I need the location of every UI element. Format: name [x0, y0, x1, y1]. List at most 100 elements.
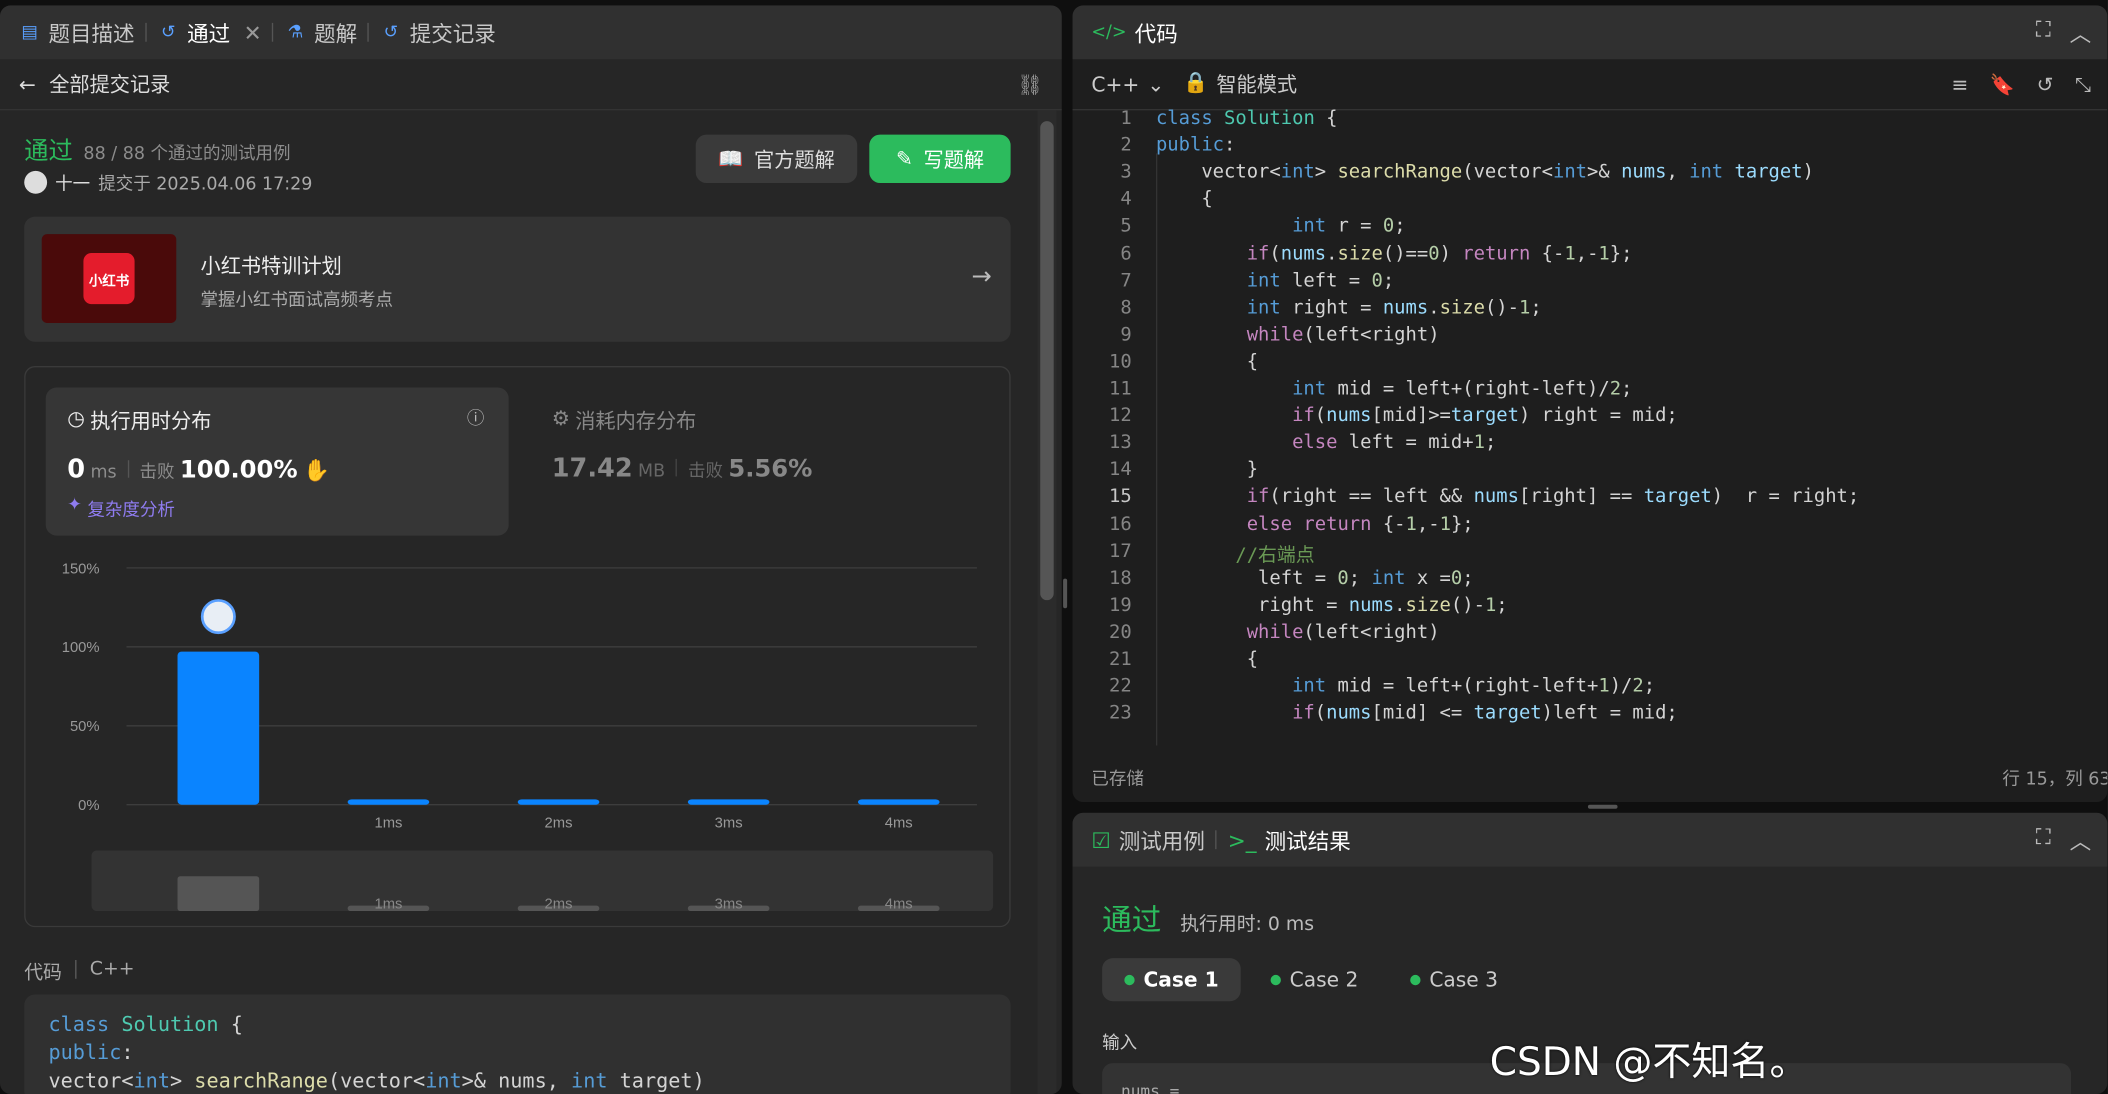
back-label: 全部提交记录: [49, 72, 171, 97]
user-name[interactable]: 十一: [55, 170, 90, 195]
cursor-position: 行 15，列 63: [2002, 769, 2108, 790]
code-icon: </>: [1091, 22, 1127, 43]
arrow-right-icon: →: [971, 262, 992, 291]
tab-label: 代码: [1134, 21, 1178, 48]
close-icon[interactable]: ✕: [244, 20, 262, 46]
line-number: 16: [1109, 513, 1132, 535]
tab-solutions[interactable]: ⚗ 题解: [285, 16, 357, 48]
watermark: CSDN @不知名。: [1489, 1038, 1809, 1085]
submission-header: ← 全部提交记录 ⛓: [0, 59, 1062, 111]
code-line: int r = 0;: [1292, 215, 1406, 238]
collapse-icon[interactable]: ⤡: [2075, 72, 2091, 96]
code-line: //右端点: [1155, 544, 1315, 566]
submitted-time: 提交于 2025.04.06 17:29: [98, 174, 313, 196]
test-panel: ☑ 测试用例 >_ 测试结果 ⛶ ︿ 通过 执行用时: 0 ms ● Case 1 ● C…: [1072, 812, 2108, 1094]
resize-handle[interactable]: [1587, 804, 1618, 809]
official-solution-button[interactable]: 📖 官方题解: [695, 134, 858, 184]
code-line: {: [1155, 648, 1259, 671]
left-tab-bar: ▤ 题目描述 ↺ 通过 ✕ ⚗ 题解 ↺ 提交记录: [0, 5, 1062, 60]
line-number: 23: [1109, 702, 1132, 725]
back-link[interactable]: ← 全部提交记录: [19, 70, 171, 98]
promo-banner[interactable]: 小红书 小红书特训计划 掌握小红书面试高频考点 →: [24, 216, 1011, 342]
smart-mode[interactable]: 🔒 智能模式: [1183, 70, 1297, 98]
line-number: 12: [1109, 405, 1132, 427]
line-number: 14: [1109, 459, 1132, 481]
write-solution-button[interactable]: ✎ 写题解: [869, 134, 1011, 184]
line-number: 13: [1109, 432, 1132, 454]
tab-label: 测试结果: [1264, 828, 1351, 855]
code-line: class Solution {: [1155, 107, 1338, 130]
code-preview-line: vector<int> searchRange(vector<int>& num…: [48, 1068, 705, 1093]
chevron-down-icon: ⌄: [1147, 71, 1165, 97]
code-editor[interactable]: 1 class Solution {2 public: 3 vector<int> s…: [1073, 108, 2108, 740]
maximize-icon[interactable]: ⛶: [2036, 16, 2051, 48]
chevron-up-icon[interactable]: ︿: [2070, 16, 2092, 48]
code-line: vector<int> searchRange(vector<int>& num…: [1155, 161, 1814, 184]
test-tab-bar: ☑ 测试用例 >_ 测试结果 ⛶ ︿: [1072, 812, 2108, 867]
tab-description[interactable]: ▤ 题目描述: [19, 16, 135, 48]
tab-testcases[interactable]: ☑ 测试用例: [1091, 824, 1205, 856]
bar: [177, 651, 260, 805]
tab-code[interactable]: </> 代码: [1091, 16, 1177, 48]
code-line: if(nums[mid]>=target) right = mid;: [1292, 405, 1678, 427]
minimap-label: 3ms: [715, 896, 743, 912]
bar: [347, 799, 430, 805]
link-icon[interactable]: ⛓: [1017, 72, 1043, 96]
minimap-bar: [177, 876, 260, 912]
cases-count: 88 / 88 个通过的测试用例: [83, 143, 291, 165]
y-tick-label: 150%: [62, 561, 100, 577]
maximize-icon[interactable]: ⛶: [2036, 824, 2051, 856]
result-row: 通过 执行用时: 0 ms: [1102, 896, 1314, 939]
mode-label: 智能模式: [1216, 72, 1298, 97]
tab-submissions[interactable]: ↺ 提交记录: [380, 16, 496, 48]
tab-accepted[interactable]: ↺ 通过 ✕: [157, 16, 262, 48]
x-tick-label: 3ms: [715, 816, 743, 832]
code-editor-panel: </> 代码 ⛶ ︿ C++ ⌄ 🔒 智能模式 ≡ 🔖 ↺ ⤡ 1 class Solution…: [1072, 5, 2108, 803]
avatar[interactable]: [24, 170, 48, 194]
scroll-thumb[interactable]: [1040, 121, 1054, 601]
code-line: int right = nums.size()-1;: [1246, 296, 1542, 319]
code-line: right = nums.size()-1;: [1155, 594, 1508, 617]
status-row: 通过 88 / 88 个通过的测试用例: [24, 132, 290, 167]
chevron-up-icon[interactable]: ︿: [2070, 824, 2092, 856]
banner-logo: 小红书: [41, 234, 177, 323]
saved-status: 已存储: [1091, 769, 1144, 790]
tab-test-results[interactable]: >_ 测试结果: [1228, 824, 1351, 856]
case-label: Case 2: [1289, 967, 1359, 992]
bookmark-icon[interactable]: 🔖: [1990, 72, 2015, 96]
bar: [857, 799, 940, 805]
runtime-chart[interactable]: 150% 100% 50% 0% 1ms 2ms 3ms 4ms 1ms 2ms 3ms 4ms: [26, 367, 1012, 928]
case-tab[interactable]: ● Case 2: [1248, 958, 1380, 1001]
code-preview-line: class Solution {: [48, 1011, 243, 1037]
y-tick-label: 100%: [62, 640, 100, 656]
line-number: 7: [1120, 269, 1132, 292]
editor-toolbar: C++ ⌄ 🔒 智能模式 ≡ 🔖 ↺ ⤡: [1072, 59, 2108, 111]
y-tick-label: 0%: [78, 798, 99, 814]
line-number: 8: [1120, 296, 1132, 319]
line-number: 18: [1109, 567, 1132, 589]
code-line: int mid = left+(right-left+1)/2;: [1292, 675, 1656, 698]
resize-handle-vertical[interactable]: [1063, 578, 1068, 609]
line-number: 9: [1120, 324, 1132, 346]
reset-icon[interactable]: ↺: [2037, 72, 2054, 96]
case-tab[interactable]: ● Case 1: [1102, 958, 1241, 1002]
tab-label: 通过: [187, 21, 231, 48]
code-line: while(left<right): [1246, 621, 1440, 644]
line-number: 19: [1109, 594, 1132, 617]
line-number: 11: [1109, 378, 1132, 400]
button-label: 写题解: [923, 147, 985, 172]
line-number: 17: [1109, 540, 1132, 562]
left-scrollbar[interactable]: [1037, 110, 1057, 1094]
case-tab[interactable]: ● Case 3: [1388, 958, 1520, 1001]
code-lang: C++: [89, 958, 135, 980]
line-number: 4: [1120, 188, 1132, 211]
y-tick-label: 50%: [70, 719, 100, 735]
language-label: C++: [1091, 71, 1140, 97]
status-label: 通过: [24, 137, 73, 166]
format-icon[interactable]: ≡: [1951, 72, 1968, 96]
x-tick-label: 1ms: [374, 816, 402, 832]
code-preview-line: public:: [48, 1040, 134, 1065]
language-select[interactable]: C++ ⌄: [1091, 72, 1164, 96]
indent-guide: [1155, 153, 1158, 746]
minimap-label: 2ms: [545, 896, 573, 912]
